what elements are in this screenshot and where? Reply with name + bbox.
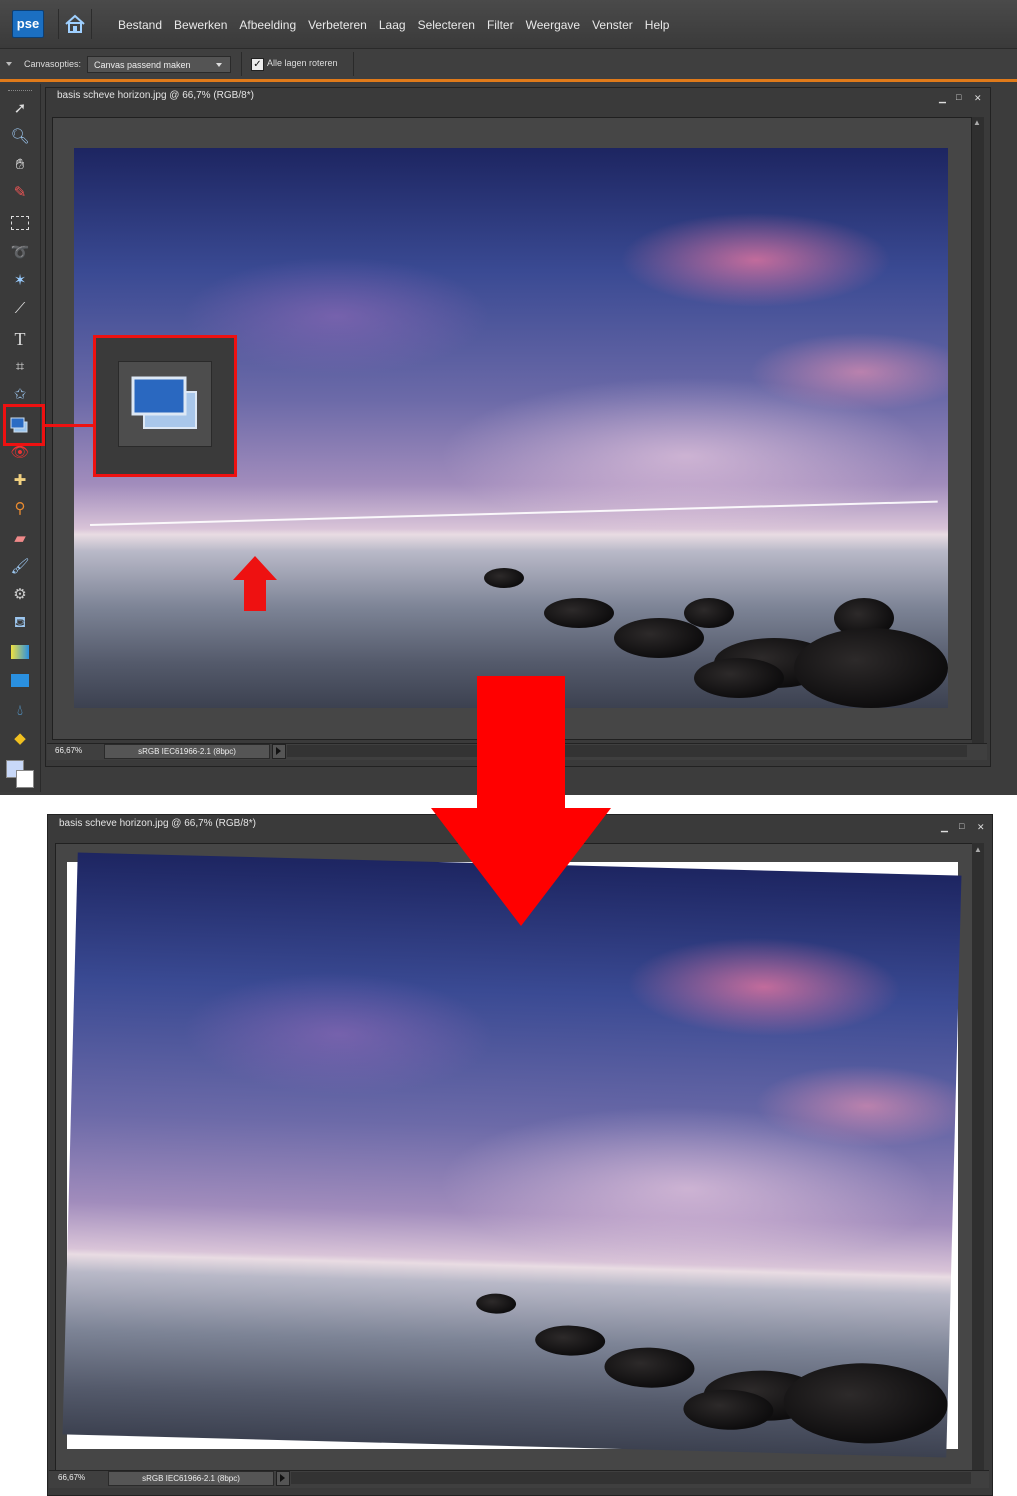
canvas-options-label: Canvasopties: (24, 59, 82, 69)
menu-afbeelding[interactable]: Afbeelding (239, 18, 296, 32)
vertical-scrollbar[interactable] (972, 843, 984, 1471)
menu-venster[interactable]: Venster (592, 18, 633, 32)
straighten-icon-large (131, 376, 197, 429)
rotate-all-layers-checkbox[interactable]: ✓ (251, 58, 264, 71)
menu-filter[interactable]: Filter (487, 18, 514, 32)
paint-bucket-tool-icon[interactable]: ⛾ (8, 612, 32, 634)
menu-selecteren[interactable]: Selecteren (418, 18, 475, 32)
toolbox-grip[interactable] (8, 90, 32, 91)
chevron-down-icon (216, 63, 222, 67)
type-tool-icon[interactable]: T (8, 328, 32, 350)
menu-help[interactable]: Help (645, 18, 670, 32)
menu-bewerken[interactable]: Bewerken (174, 18, 227, 32)
scroll-up-icon[interactable]: ▲ (974, 845, 982, 854)
hand-tool-icon[interactable]: ✋︎ (8, 154, 32, 176)
background-color-swatch[interactable] (16, 770, 34, 788)
menu-weergave[interactable]: Weergave (526, 18, 580, 32)
close-button[interactable]: ✕ (977, 822, 985, 833)
color-profile: sRGB IEC61966-2.1 (8bpc) (108, 1471, 274, 1486)
shape-tool-icon[interactable] (8, 670, 32, 692)
zoom-level[interactable]: 66,67% (55, 746, 82, 755)
color-profile: sRGB IEC61966-2.1 (8bpc) (104, 744, 270, 759)
brush-tool-icon[interactable]: 🖌︎ (8, 556, 32, 578)
scroll-up-icon[interactable]: ▲ (973, 118, 981, 127)
cookie-cutter-tool-icon[interactable]: ✩ (8, 384, 32, 406)
crop-tool-icon[interactable]: ⌗ (8, 356, 32, 378)
menu-verbeteren[interactable]: Verbeteren (308, 18, 367, 32)
arrow-down-shaft (477, 676, 565, 810)
lasso-tool-icon[interactable]: ➰ (8, 242, 32, 264)
marquee-tool-icon[interactable] (8, 212, 32, 234)
photo-straightened[interactable] (62, 852, 962, 1458)
divider (353, 52, 354, 76)
menu-laag[interactable]: Laag (379, 18, 406, 32)
document-title: basis scheve horizon.jpg @ 66,7% (RGB/8*… (57, 90, 254, 101)
callout-connector (45, 424, 93, 427)
play-icon (280, 1474, 285, 1482)
zoom-tool-icon[interactable]: 🔍︎ (8, 126, 32, 148)
app-logo: pse (12, 10, 44, 38)
eyedropper-tool-icon[interactable]: ✎ (8, 182, 32, 204)
options-collapse-icon[interactable] (6, 62, 12, 66)
horizontal-scrollbar[interactable] (291, 1472, 971, 1484)
canvas-options-select[interactable]: Canvas passend maken (87, 56, 231, 73)
close-button[interactable]: ✕ (974, 93, 982, 104)
zoom-level[interactable]: 66,67% (58, 1473, 85, 1482)
move-tool-icon[interactable]: ➚ (8, 98, 32, 120)
maximize-button[interactable]: □ (956, 92, 961, 102)
minimize-button[interactable]: ▁ (941, 822, 948, 833)
magic-wand-tool-icon[interactable]: ✶ (8, 270, 32, 292)
sponge-tool-icon[interactable]: ◆ (8, 728, 32, 750)
home-icon (65, 14, 85, 33)
eraser-tool-icon[interactable]: ▰ (8, 528, 32, 550)
horizontal-scrollbar[interactable] (287, 745, 967, 757)
menu-bestand[interactable]: Bestand (118, 18, 162, 32)
main-menu: Bestand Bewerken Afbeelding Verbeteren L… (118, 18, 681, 32)
rotate-all-layers-label: Alle lagen roteren (267, 58, 338, 68)
quick-selection-tool-icon[interactable]: ⟋ (8, 298, 32, 320)
maximize-button[interactable]: □ (959, 821, 964, 831)
healing-brush-tool-icon[interactable]: ✚ (8, 470, 32, 492)
smart-brush-tool-icon[interactable]: ⚙︎ (8, 584, 32, 606)
arrow-down-icon (431, 808, 611, 926)
play-icon (276, 747, 281, 755)
arrow-up-icon (233, 556, 277, 580)
straighten-tool-magnified (118, 361, 212, 447)
straighten-tool-highlight (3, 404, 45, 446)
clone-stamp-tool-icon[interactable]: ⚲ (8, 498, 32, 520)
blur-tool-icon[interactable]: 💧︎ (8, 700, 32, 722)
document-title: basis scheve horizon.jpg @ 66,7% (RGB/8*… (59, 818, 256, 829)
vertical-scrollbar[interactable] (972, 117, 984, 743)
home-button[interactable] (58, 9, 92, 39)
gradient-tool-icon[interactable] (8, 642, 32, 664)
minimize-button[interactable]: ▁ (939, 93, 946, 104)
arrow-up-shaft (244, 579, 266, 611)
divider (241, 52, 242, 76)
